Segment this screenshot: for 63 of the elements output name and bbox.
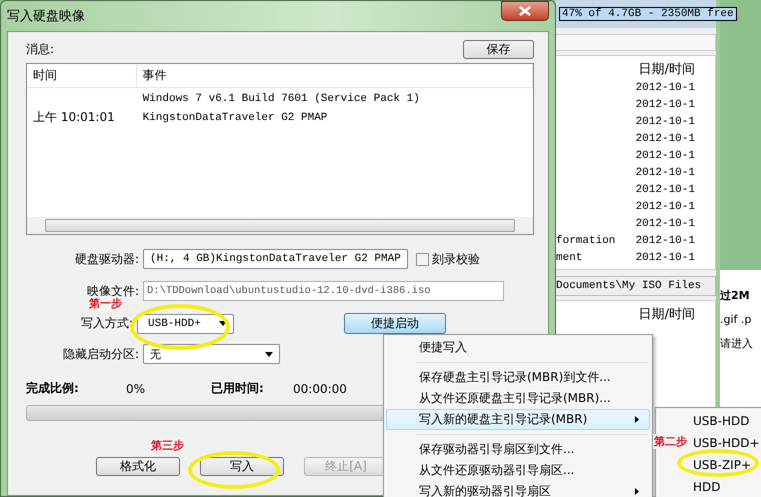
progress-value: 0% (126, 382, 146, 396)
file-name: formation (556, 235, 616, 250)
elapsed-time: 00:00:00 (293, 382, 347, 396)
window-title: 写入硬盘映像 (7, 8, 85, 25)
file-date: 2012-10-1 (636, 201, 695, 216)
menu-item[interactable]: 便捷写入 (386, 337, 650, 358)
menu-item[interactable]: 保存驱动器引导扇区到文件... (386, 439, 650, 460)
file-date: 2012-10-1 (636, 184, 695, 198)
column-header[interactable]: 日期/时间 (638, 305, 695, 324)
submenu-item[interactable]: HDD (693, 480, 721, 494)
dialog-button[interactable]: 写入 (200, 457, 284, 476)
file-date: 2012-10-1 (636, 150, 695, 164)
menu-item[interactable]: 保存硬盘主引导记录(MBR)到文件... (386, 367, 650, 388)
step-annotation: 第三步 (150, 438, 185, 453)
horizontal-scrollbar[interactable] (27, 217, 533, 234)
dialog-button[interactable]: 格式化 (96, 457, 180, 476)
side-text: .gif .p (720, 313, 752, 326)
submenu-item[interactable]: USB-ZIP+ (693, 458, 752, 472)
hide-partition-dropdown[interactable]: 无 (143, 344, 280, 364)
capacity-indicator: 47% of 4.7GB - 2350MB free (559, 6, 737, 21)
time-cell-text: 上午 10:01:01 (32, 109, 116, 126)
column-header[interactable]: 事件 (136, 64, 533, 87)
file-date: 2012-10-1 (636, 167, 695, 182)
image-file-field[interactable]: D:\TDDownload\ubuntustudio-12.10-dvd-i386.iso (143, 281, 504, 301)
file-date: 2012-10-1 (636, 133, 695, 148)
submenu-item[interactable]: USB-HDD+ (693, 436, 760, 450)
drive-dropdown[interactable]: (H:, 4 GB)KingstonDataTraveler G2 PMAP (143, 249, 408, 269)
event-cell-text: KingstonDataTraveler G2 PMAP (142, 112, 328, 124)
side-text: 请进入 (720, 336, 754, 351)
verify-label: 刻录校验 (432, 250, 480, 268)
file-date: 2012-10-1 (636, 252, 695, 266)
quick-boot-button[interactable]: 便捷启动 (344, 313, 446, 334)
dropdown-arrow-icon (265, 352, 273, 356)
step-annotation: 第一步 (88, 296, 123, 311)
side-text: 过2M (720, 288, 751, 303)
file-date: 2012-10-1 (636, 235, 695, 250)
event-cell-text: Windows 7 v6.1 Build 7601 (Service Pack 1) (142, 92, 421, 104)
file-date: 2012-10-1 (636, 82, 695, 96)
drive-label: 硬盘驱动器: (74, 250, 140, 268)
column-header[interactable]: 日期/时间 (638, 60, 695, 78)
save-button[interactable]: 保存 (463, 40, 534, 59)
dropdown-arrow-icon (219, 321, 227, 326)
write-mode-dropdown[interactable]: USB-HDD+ (137, 314, 234, 334)
file-date: 2012-10-1 (636, 116, 695, 130)
step-annotation: 第二步 (653, 434, 688, 449)
path-bar: Documents\My ISO Files (555, 276, 716, 296)
file-name: ment (556, 252, 582, 266)
verify-checkbox[interactable] (416, 252, 429, 266)
menu-item[interactable]: 从文件还原硬盘主引导记录(MBR)... (386, 388, 650, 409)
image-file-label: 映像文件: (86, 282, 140, 298)
menu-item[interactable]: 从文件还原驱动器引导扇区... (386, 460, 650, 481)
progress-label: 完成比例: (26, 380, 80, 397)
menu-item[interactable]: 写入新的硬盘主引导记录(MBR) (386, 409, 650, 430)
close-icon (519, 6, 531, 16)
elapsed-label: 已用时间: (211, 380, 265, 397)
messages-label: 消息: (26, 41, 54, 58)
hide-partition-label: 隐藏启动分区: (62, 346, 140, 362)
menu-item[interactable]: 写入新的驱动器引导扇区 (386, 481, 650, 497)
close-button[interactable] (501, 1, 549, 21)
file-date: 2012-10-1 (636, 99, 695, 114)
submenu-item[interactable]: USB-HDD (693, 414, 750, 428)
file-date: 2012-10-1 (636, 218, 695, 232)
column-header[interactable]: 时间 (27, 64, 137, 87)
